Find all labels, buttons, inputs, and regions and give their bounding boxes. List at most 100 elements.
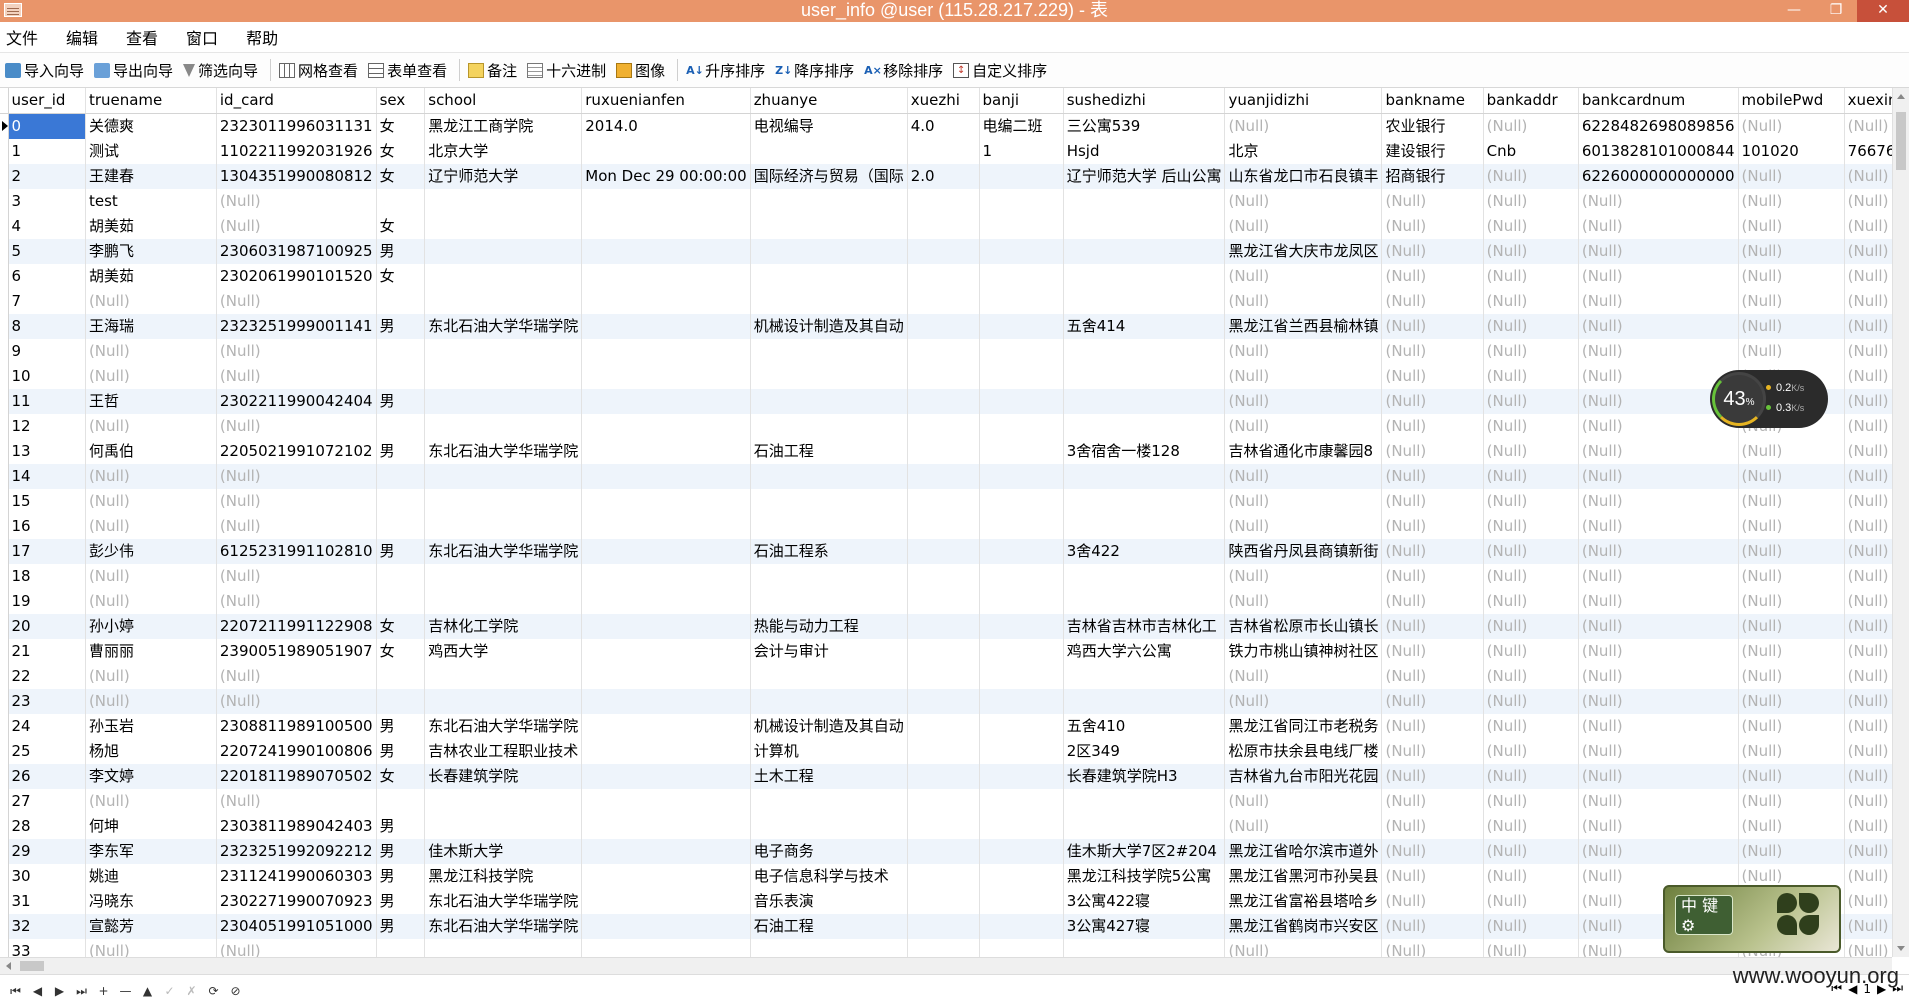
cell-ruxuenianfen[interactable] [581,564,751,589]
cell-id_card[interactable]: (Null) [216,939,377,957]
cell-sex[interactable]: 男 [376,389,426,414]
scroll-left-icon[interactable] [6,962,11,970]
cell-yuanjidizhi[interactable]: 山东省龙口市石良镇丰 [1224,164,1383,189]
cell-sushedizhi[interactable] [1063,414,1226,439]
cell-truename[interactable]: 宣懿芳 [85,914,217,939]
cell-banji[interactable] [979,164,1064,189]
cell-yuanjidizhi[interactable]: (Null) [1224,789,1383,814]
column-header-truename[interactable]: truename [85,88,217,114]
cell-id_card[interactable]: 2306031987100925 [216,239,377,264]
cell-bankname[interactable]: (Null) [1381,914,1484,939]
cell-mobilePwd[interactable]: (Null) [1738,764,1845,789]
cell-ruxuenianfen[interactable] [581,764,751,789]
cell-id_card[interactable]: 2390051989051907 [216,639,377,664]
cell-truename[interactable]: 胡美茹 [85,264,217,289]
cell-school[interactable] [424,414,583,439]
cell-bankaddr[interactable]: (Null) [1483,439,1579,464]
cell-bankaddr[interactable]: (Null) [1483,739,1579,764]
cell-bankaddr[interactable]: (Null) [1483,464,1579,489]
row-indicator[interactable] [0,339,9,364]
cell-bankcardnum[interactable]: (Null) [1578,689,1739,714]
cell-school[interactable] [424,264,583,289]
cell-xuezhi[interactable] [907,539,980,564]
cell-bankcardnum[interactable]: (Null) [1578,564,1739,589]
cell-bankname[interactable]: 建设银行 [1381,139,1484,164]
cell-school[interactable]: 黑龙江科技学院 [424,864,583,889]
cell-sushedizhi[interactable]: 黑龙江科技学院5公寓 [1063,864,1226,889]
cell-id_card[interactable]: 1304351990080812 [216,164,377,189]
cell-id_card[interactable]: 1102211992031926 [216,139,377,164]
cell-truename[interactable]: 孙玉岩 [85,714,217,739]
cell-id_card[interactable]: 2303811989042403 [216,814,377,839]
cell-bankcardnum[interactable]: 6226000000000000 [1578,164,1739,189]
cell-yuanjidizhi[interactable]: 黑龙江省富裕县塔哈乡 [1224,889,1383,914]
cell-bankname[interactable]: (Null) [1381,789,1484,814]
cell-school[interactable]: 黑龙江工商学院 [424,113,583,139]
cell-bankcardnum[interactable]: (Null) [1578,414,1739,439]
cell-bankname[interactable]: (Null) [1381,314,1484,339]
cell-sushedizhi[interactable] [1063,189,1226,214]
row-indicator[interactable] [0,164,9,189]
cell-banji[interactable] [979,589,1064,614]
cell-bankcardnum[interactable]: (Null) [1578,264,1739,289]
cell-ruxuenianfen[interactable] [581,189,751,214]
cell-zhuanye[interactable] [750,364,908,389]
cell-sushedizhi[interactable] [1063,289,1226,314]
cell-truename[interactable]: (Null) [85,589,217,614]
cell-xuezhi[interactable] [907,739,980,764]
cell-mobilePwd[interactable]: (Null) [1738,464,1845,489]
cell-banji[interactable] [979,464,1064,489]
cell-ruxuenianfen[interactable] [581,464,751,489]
cell-xuezhi[interactable] [907,864,980,889]
form-view-button[interactable]: 表单查看 [368,60,447,81]
cell-yuanjidizhi[interactable]: (Null) [1224,589,1383,614]
horizontal-scroll-thumb[interactable] [20,961,44,971]
cell-yuanjidizhi[interactable]: 黑龙江省哈尔滨市道外 [1224,839,1383,864]
row-indicator[interactable] [0,839,9,864]
cell-bankname[interactable]: 农业银行 [1381,113,1484,139]
cell-user_id[interactable]: 8 [8,314,86,339]
cell-ruxuenianfen[interactable] [581,364,751,389]
cell-zhuanye[interactable]: 电子信息科学与技术 [750,864,908,889]
cell-user_id[interactable]: 29 [8,839,86,864]
table-row[interactable]: 12 (Null) (Null) (Null) (Null) (Null) (Null) (N… [0,414,1909,439]
cell-bankname[interactable]: (Null) [1381,264,1484,289]
cell-user_id[interactable]: 3 [8,189,86,214]
cell-bankcardnum[interactable]: (Null) [1578,614,1739,639]
cell-banji[interactable] [979,714,1064,739]
cell-yuanjidizhi[interactable]: (Null) [1224,514,1383,539]
cell-bankaddr[interactable]: (Null) [1483,689,1579,714]
cell-zhuanye[interactable] [750,564,908,589]
cell-zhuanye[interactable]: 音乐表演 [750,889,908,914]
cell-bankaddr[interactable]: (Null) [1483,239,1579,264]
column-header-id_card[interactable]: id_card [216,88,377,114]
cell-school[interactable] [424,789,583,814]
cell-yuanjidizhi[interactable]: (Null) [1224,814,1383,839]
cell-bankcardnum[interactable]: 6013828101000844 [1578,139,1739,164]
cell-bankname[interactable]: (Null) [1381,614,1484,639]
cell-xuezhi[interactable] [907,614,980,639]
cell-bankaddr[interactable]: (Null) [1483,164,1579,189]
cell-user_id[interactable]: 20 [8,614,86,639]
cell-id_card[interactable]: 2308811989100500 [216,714,377,739]
cell-bankcardnum[interactable]: 6228482698089856 [1578,113,1739,139]
cell-school[interactable]: 鸡西大学 [424,639,583,664]
cell-bankaddr[interactable]: Cnb [1483,139,1579,164]
cell-sex[interactable]: 女 [376,139,426,164]
cell-banji[interactable] [979,639,1064,664]
cell-truename[interactable]: (Null) [85,689,217,714]
cell-sex[interactable] [376,514,426,539]
cell-banji[interactable] [979,489,1064,514]
cell-user_id[interactable]: 33 [8,939,86,957]
cell-bankname[interactable]: (Null) [1381,664,1484,689]
cell-user_id[interactable]: 15 [8,489,86,514]
cell-school[interactable] [424,589,583,614]
cell-zhuanye[interactable]: 机械设计制造及其自动 [750,714,908,739]
cell-xuezhi[interactable] [907,689,980,714]
cell-user_id[interactable]: 7 [8,289,86,314]
cell-yuanjidizhi[interactable]: (Null) [1224,564,1383,589]
cell-ruxuenianfen[interactable] [581,789,751,814]
cell-xuezhi[interactable]: 4.0 [907,113,980,139]
cell-sushedizhi[interactable] [1063,939,1226,957]
table-row[interactable]: 15 (Null) (Null) (Null) (Null) (Null) (Null) (N… [0,489,1909,514]
